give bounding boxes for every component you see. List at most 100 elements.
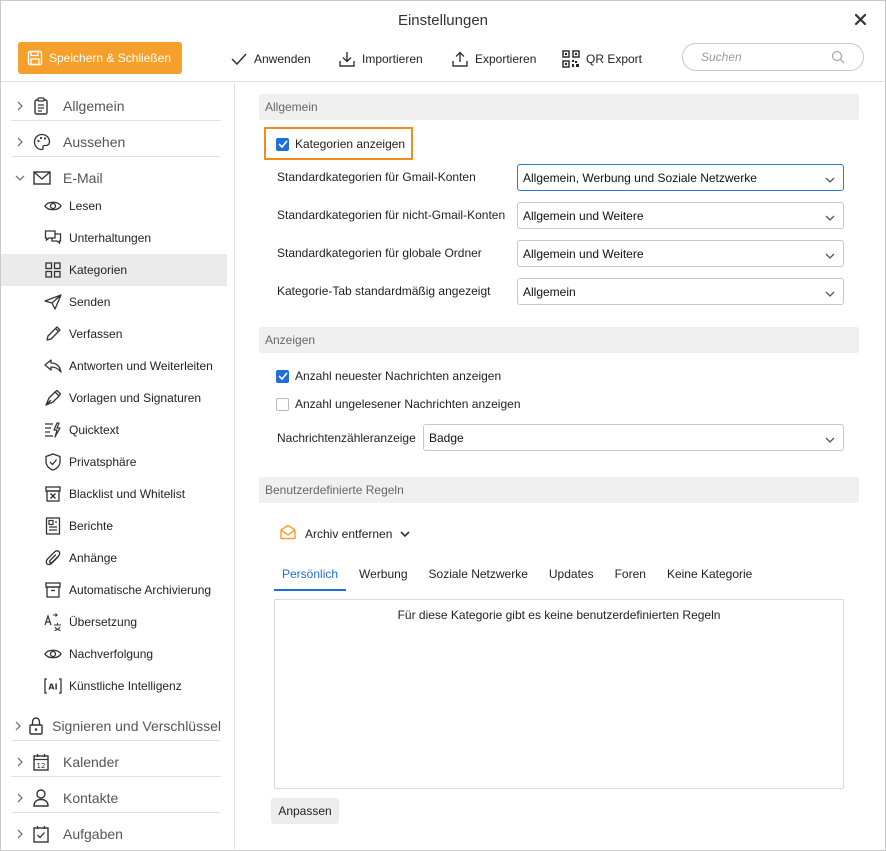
adjust-button[interactable]: Anpassen <box>271 798 339 824</box>
sidebar-item-kuenstliche-intelligenz[interactable]: AI Künstliche Intelligenz <box>1 670 227 702</box>
lock-icon <box>28 716 44 735</box>
sidebar-item-nachverfolgung[interactable]: Nachverfolgung <box>1 638 227 670</box>
save-icon <box>27 50 43 66</box>
sidebar-group-label: Kalender <box>63 753 120 770</box>
import-button[interactable]: Importieren <box>338 49 423 69</box>
send-icon <box>44 293 62 311</box>
sidebar-item-lesen[interactable]: Lesen <box>1 190 227 222</box>
window-title: Einstellungen <box>397 12 489 29</box>
export-icon <box>452 51 468 67</box>
sidebar-item-verfassen[interactable]: Verfassen <box>1 318 227 350</box>
chevron-down-icon <box>11 174 29 182</box>
gmail-categories-select[interactable]: Allgemein, Werbung und Soziale Netzwerke <box>517 164 844 191</box>
select-value: Badge <box>429 430 464 445</box>
global-folder-categories-select[interactable]: Allgemein und Weitere <box>517 240 844 267</box>
sidebar-item-label: Übersetzung <box>69 615 138 629</box>
sidebar-item-label: Privatsphäre <box>69 455 137 469</box>
sidebar-item-vorlagen-signaturen[interactable]: Vorlagen und Signaturen <box>1 382 227 414</box>
sidebar-item-label: Lesen <box>69 199 102 213</box>
ai-icon: AI <box>44 677 62 695</box>
global-folder-categories-label: Standardkategorien für globale Ordner <box>277 246 482 260</box>
tab-updates[interactable]: Updates <box>541 567 602 591</box>
close-button[interactable] <box>851 10 871 30</box>
chevron-down-icon <box>825 249 835 263</box>
chevron-right-icon <box>11 757 29 767</box>
archive-remove-dropdown[interactable]: Archiv entfernen <box>279 524 410 543</box>
search-input[interactable] <box>701 50 831 64</box>
tab-persoenlich[interactable]: Persönlich <box>274 567 347 591</box>
sidebar-group-label: Signieren und Verschlüssel <box>52 717 221 734</box>
sidebar-item-quicktext[interactable]: Quicktext <box>1 414 227 446</box>
chevron-right-icon <box>11 137 29 147</box>
apply-label: Anwenden <box>254 52 311 66</box>
checkbox-unchecked-icon <box>276 397 289 411</box>
save-close-button[interactable]: Speichern & Schließen <box>18 42 182 74</box>
sidebar-item-label: Quicktext <box>69 423 120 437</box>
sidebar-group-label: E-Mail <box>63 170 103 186</box>
show-newest-count-checkbox[interactable]: Anzahl neuester Nachrichten anzeigen <box>276 369 501 383</box>
chevron-right-icon <box>11 829 29 839</box>
paperclip-icon <box>44 549 62 567</box>
calendar-icon: 12 <box>33 753 55 771</box>
sidebar-item-label: Nachverfolgung <box>69 647 154 661</box>
chevron-right-icon <box>11 793 29 803</box>
show-categories-checkbox[interactable]: Kategorien anzeigen <box>276 137 405 151</box>
export-button[interactable]: Exportieren <box>451 49 536 69</box>
tab-werbung[interactable]: Werbung <box>351 567 415 591</box>
default-category-tab-label: Kategorie-Tab standardmäßig angezeigt <box>277 284 491 298</box>
pen-nib-icon <box>44 389 62 407</box>
checkmark-icon <box>231 53 247 66</box>
sidebar-item-privatsphaere[interactable]: Privatsphäre <box>1 446 227 478</box>
select-value: Allgemein, Werbung und Soziale Netzwerke <box>523 170 757 185</box>
select-value: Allgemein und Weitere <box>523 208 644 223</box>
default-category-tab-select[interactable]: Allgemein <box>517 278 844 305</box>
palette-icon <box>33 133 55 151</box>
sidebar-group-signieren[interactable]: Signieren und Verschlüssel <box>11 711 221 741</box>
sidebar-group-kalender[interactable]: 12 Kalender <box>11 747 221 777</box>
checkbox-checked-icon <box>276 137 289 151</box>
import-label: Importieren <box>362 52 423 66</box>
archive-envelope-icon <box>279 524 297 543</box>
sidebar-item-label: Automatische Archivierung <box>69 583 212 597</box>
sidebar-group-aussehen[interactable]: Aussehen <box>11 127 221 157</box>
counter-display-label: Nachrichtenzähleranzeige <box>277 431 416 445</box>
sidebar-item-senden[interactable]: Senden <box>1 286 227 318</box>
sidebar-item-uebersetzung[interactable]: Übersetzung <box>1 606 227 638</box>
chevron-down-icon <box>825 287 835 301</box>
sidebar-item-berichte[interactable]: Berichte <box>1 510 227 542</box>
counter-display-select[interactable]: Badge <box>423 424 844 451</box>
search-icon[interactable] <box>831 50 845 67</box>
show-unread-count-checkbox[interactable]: Anzahl ungelesener Nachrichten anzeigen <box>276 397 521 411</box>
sidebar-group-kontakte[interactable]: Kontakte <box>11 783 221 813</box>
sidebar-item-label: Senden <box>69 295 111 309</box>
sidebar-group-aufgaben[interactable]: Aufgaben <box>11 819 221 849</box>
sidebar-item-label: Unterhaltungen <box>69 231 152 245</box>
sidebar-item-blacklist-whitelist[interactable]: Blacklist und Whitelist <box>1 478 227 510</box>
checkbox-checked-icon <box>276 369 289 383</box>
chevron-down-icon <box>825 211 835 225</box>
apply-button[interactable]: Anwenden <box>230 49 311 69</box>
section-header-custom-rules: Benutzerdefinierte Regeln <box>259 477 859 503</box>
sidebar-item-anhaenge[interactable]: Anhänge <box>1 542 227 574</box>
tab-soziale-netzwerke[interactable]: Soziale Netzwerke <box>421 567 536 591</box>
sidebar-item-kategorien[interactable]: Kategorien <box>1 254 227 286</box>
sidebar-group-allgemein[interactable]: Allgemein <box>11 91 221 121</box>
sidebar-item-label: Kategorien <box>69 263 128 277</box>
category-tabs: Persönlich Werbung Soziale Netzwerke Upd… <box>274 567 765 591</box>
sidebar-item-label: Antworten und Weiterleiten <box>69 359 213 373</box>
rules-list[interactable]: Für diese Kategorie gibt es keine benutz… <box>274 599 844 789</box>
sidebar-item-unterhaltungen[interactable]: Unterhaltungen <box>1 222 227 254</box>
non-gmail-categories-select[interactable]: Allgemein und Weitere <box>517 202 844 229</box>
sidebar-item-label: Blacklist und Whitelist <box>69 487 186 501</box>
qr-export-button[interactable]: QR Export <box>562 49 642 69</box>
eye-icon <box>44 197 62 215</box>
sidebar-group-label: Aufgaben <box>63 826 123 842</box>
sidebar-item-antworten-weiterleiten[interactable]: Antworten und Weiterleiten <box>1 350 227 382</box>
tab-keine-kategorie[interactable]: Keine Kategorie <box>659 567 760 591</box>
blacklist-icon <box>44 485 62 503</box>
settings-sidebar: Allgemein Aussehen E-Mail Lesen Unterhal… <box>1 83 235 851</box>
eye-icon <box>44 645 62 663</box>
sidebar-item-automatische-archivierung[interactable]: Automatische Archivierung <box>1 574 227 606</box>
sidebar-group-email[interactable]: E-Mail <box>11 163 221 193</box>
tab-foren[interactable]: Foren <box>607 567 654 591</box>
